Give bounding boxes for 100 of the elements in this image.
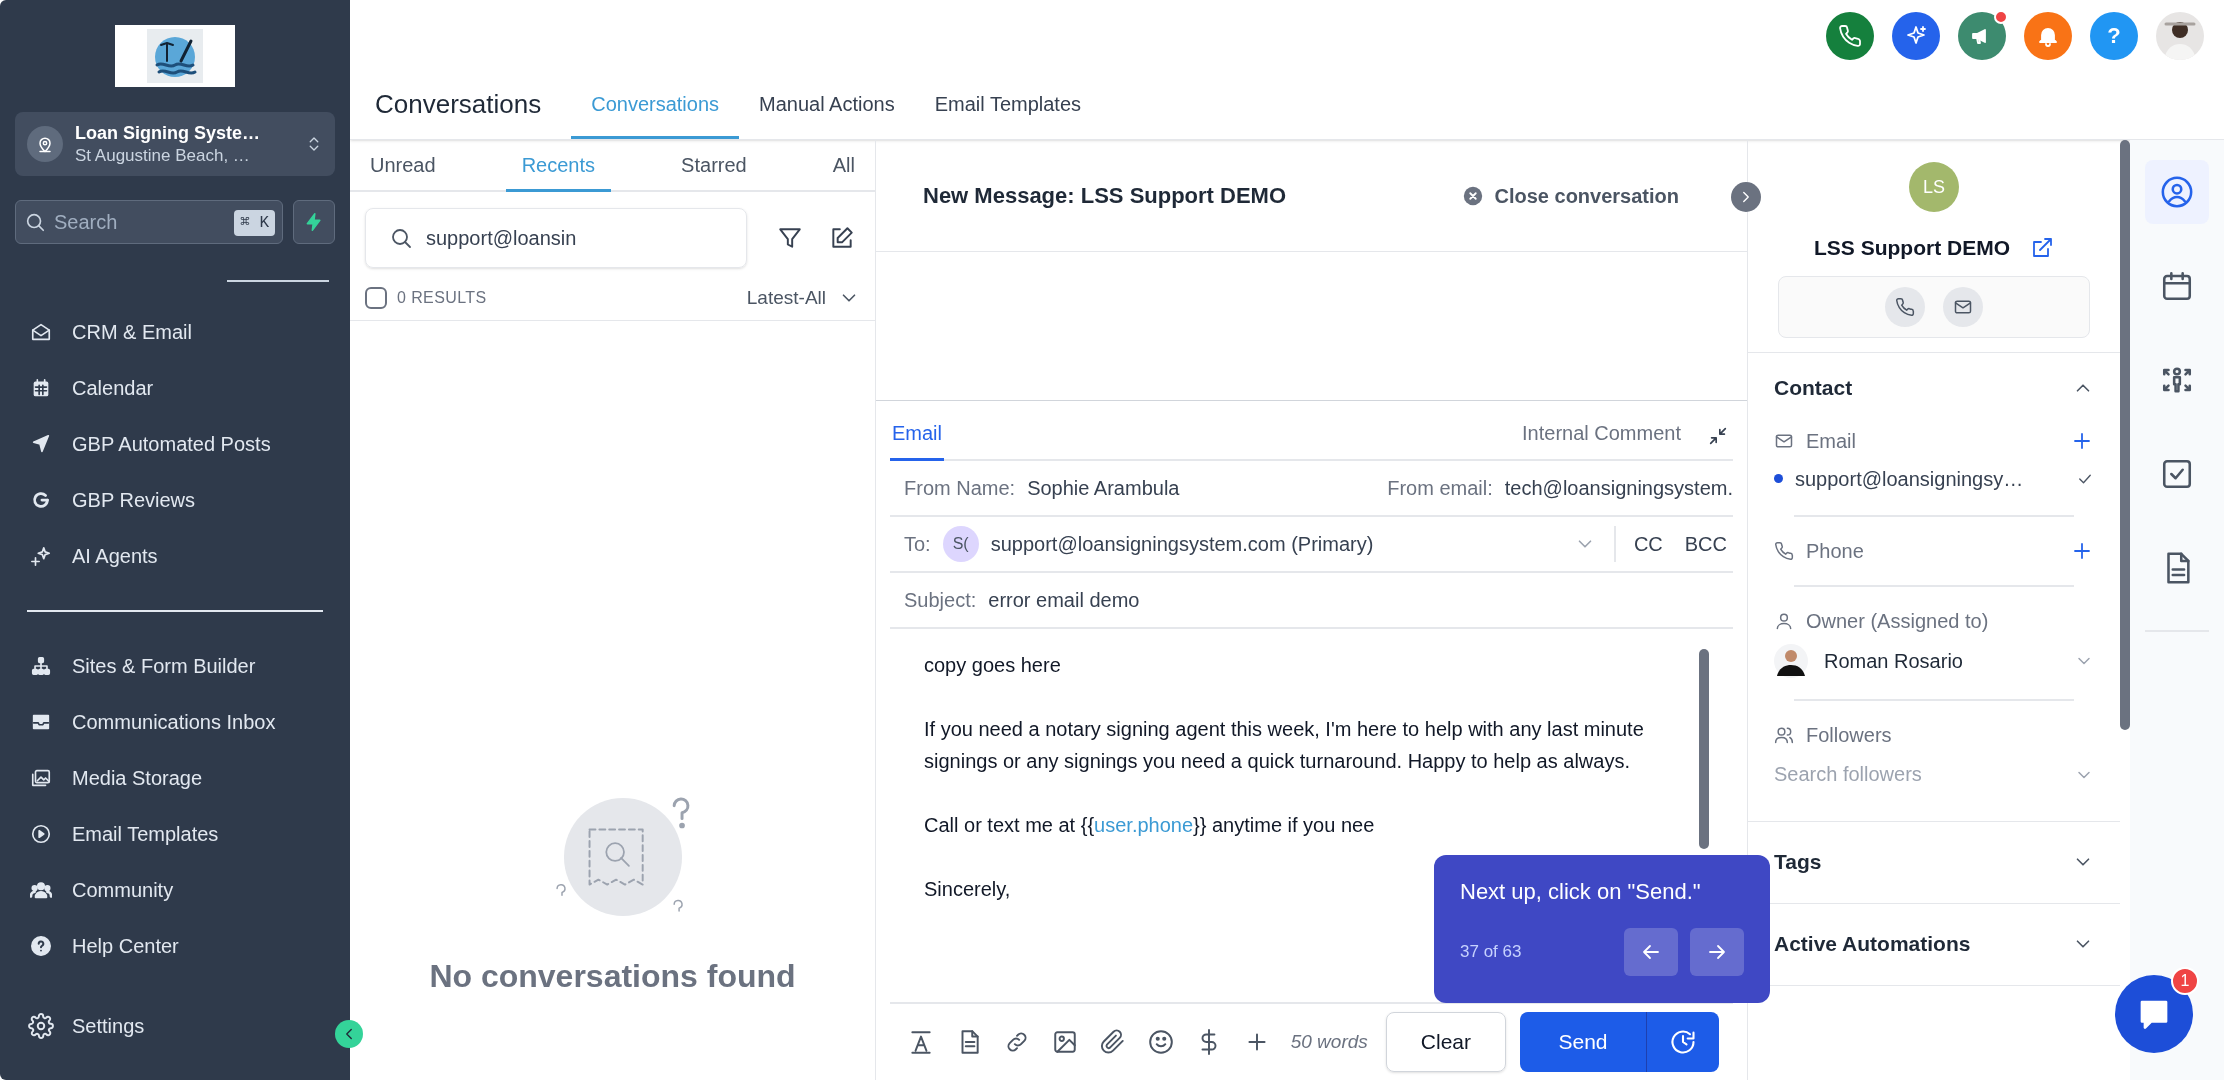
location-switcher[interactable]: Loan Signing Syste… St Augustine Beach, …: [15, 112, 335, 176]
calendar-icon: [2160, 269, 2194, 303]
ai-button[interactable]: [1892, 11, 1940, 60]
followers-field[interactable]: Search followers: [1774, 752, 2074, 797]
to-label: To:: [904, 532, 931, 557]
phone-icon: [1895, 296, 1915, 317]
users-icon: [30, 879, 52, 901]
clock-icon: [1669, 1028, 1697, 1056]
sort-dropdown[interactable]: Latest-All: [746, 283, 860, 313]
from-email-label: From email:: [1387, 476, 1493, 501]
phone-label: Phone: [1806, 538, 1864, 564]
sidebar-item[interactable]: GBP Automated Posts: [0, 416, 350, 472]
body-paragraph: copy goes here: [924, 653, 1061, 678]
sidebar-item[interactable]: AI Agents: [0, 528, 350, 584]
sidebar-item[interactable]: CRM & Email: [0, 304, 350, 360]
search-field[interactable]: support@loansin: [365, 208, 747, 268]
sidebar-item[interactable]: Email Templates: [0, 806, 350, 862]
bcc-button[interactable]: BCC: [1684, 529, 1727, 559]
owner-dropdown[interactable]: Roman Rosario: [1774, 638, 2094, 683]
envelope-icon: [30, 321, 52, 343]
sparkle-icon: [30, 545, 52, 567]
contact-icon: [2160, 175, 2194, 209]
conversation-title: New Message: LSS Support DEMO: [923, 182, 1287, 210]
select-all-checkbox[interactable]: [365, 287, 387, 309]
followers-label: Followers: [1806, 722, 1892, 748]
contact-avatar: LS: [1909, 162, 1959, 212]
page-title: Conversations: [375, 87, 542, 121]
avatar[interactable]: [2156, 11, 2204, 60]
filter-tab[interactable]: Unread: [354, 140, 452, 192]
text-format-icon[interactable]: [908, 1029, 934, 1055]
nav-tab[interactable]: Email Templates: [914, 71, 1102, 139]
quick-action-button[interactable]: [293, 200, 335, 244]
nav-tab[interactable]: Manual Actions: [739, 71, 915, 139]
search-icon: [24, 211, 46, 233]
sitemap-icon: [30, 655, 52, 677]
close-conversation-button[interactable]: Close conversation: [1462, 180, 1679, 211]
account-location: St Augustine Beach, …: [75, 144, 251, 166]
subject-label: Subject:: [904, 588, 977, 613]
from-name-value: Sophie Arambula: [1027, 476, 1180, 501]
subject-value: error email demo: [988, 588, 1140, 613]
sidebar-item[interactable]: Calendar: [0, 360, 350, 416]
filter-tab[interactable]: Starred: [665, 140, 763, 192]
play-icon: [30, 823, 52, 845]
close-icon: [1462, 184, 1485, 207]
navigation-arrow-icon: [30, 433, 52, 455]
recipient-email[interactable]: support@loansigningsystem.com (Primary): [990, 529, 1374, 559]
phone-icon: [1838, 23, 1862, 48]
shortcut-key: ⌘ K: [234, 210, 275, 236]
results-count: 0 RESULTS: [397, 288, 487, 308]
back-button[interactable]: [1624, 928, 1678, 976]
collapse-button[interactable]: [335, 1020, 363, 1048]
call-button[interactable]: [1826, 11, 1874, 60]
image-icon[interactable]: [1052, 1029, 1078, 1055]
edit-icon[interactable]: [829, 225, 855, 251]
sidebar-item[interactable]: Community: [0, 862, 350, 918]
sidebar-item[interactable]: Sites & Form Builder: [0, 638, 350, 694]
body-paragraph: Sincerely,: [924, 877, 1011, 902]
cc-button[interactable]: CC: [1633, 529, 1663, 559]
announcements-button[interactable]: [1958, 11, 2006, 60]
email-contact-button[interactable]: [1943, 286, 1983, 327]
minimize-icon[interactable]: [1707, 425, 1729, 447]
empty-state-message: No conversations found: [429, 957, 796, 996]
section-header[interactable]: Contact: [1774, 352, 2094, 423]
phone-icon: [1774, 540, 1794, 561]
next-button[interactable]: [1690, 928, 1744, 976]
help-icon: [30, 935, 52, 957]
smiley-icon[interactable]: [1148, 1029, 1174, 1055]
bolt-icon: [304, 212, 324, 232]
notifications-button[interactable]: [2024, 11, 2072, 60]
external-link-icon[interactable]: [2030, 235, 2054, 260]
palm-wave-icon: [145, 27, 205, 85]
body-paragraph: If you need a notary signing agent this week, I'm here to help with any last minute signings or any signings you need a quick turnaround. Happy to help as always.: [924, 717, 1645, 774]
from-email-value: tech@loansigningsystem.: [1504, 476, 1733, 501]
filter-icon[interactable]: [777, 225, 803, 251]
sidebar-item[interactable]: Communications Inbox: [0, 694, 350, 750]
sidebar-item[interactable]: Media Storage: [0, 750, 350, 806]
expand-panel-button[interactable]: [1731, 182, 1761, 212]
settings-item[interactable]: Settings: [28, 998, 145, 1054]
checkbox-icon: [2160, 457, 2194, 491]
recipient-avatar: S(: [942, 526, 979, 562]
email-value: support@loansigningsy…: [1795, 466, 2024, 492]
sidebar-item[interactable]: GBP Reviews: [0, 472, 350, 528]
word-count: 50 words: [1290, 1029, 1368, 1054]
sidebar-item[interactable]: Help Center: [0, 918, 350, 974]
owner-label: Owner (Assigned to): [1806, 608, 1989, 634]
images-icon: [30, 767, 52, 789]
g-icon: [30, 489, 52, 511]
person-avatar-icon: [1774, 643, 1808, 678]
from-name-label: From Name:: [904, 476, 1016, 501]
paperclip-icon[interactable]: [1100, 1029, 1126, 1055]
search-icon: [389, 226, 413, 250]
clear-button[interactable]: Clear: [1385, 1012, 1506, 1072]
call-contact-button[interactable]: [1885, 286, 1925, 327]
panel-tab[interactable]: [2145, 160, 2209, 224]
tooltip-text: Next up, click on "Send.": [1460, 878, 1702, 906]
filter-tab[interactable]: All: [816, 140, 871, 192]
compose-tab[interactable]: Email: [890, 418, 944, 461]
contact-name: LSS Support DEMO: [1814, 235, 2010, 261]
compose-tab[interactable]: Internal Comment: [1520, 418, 1683, 461]
email-label: Email: [1806, 428, 1856, 454]
